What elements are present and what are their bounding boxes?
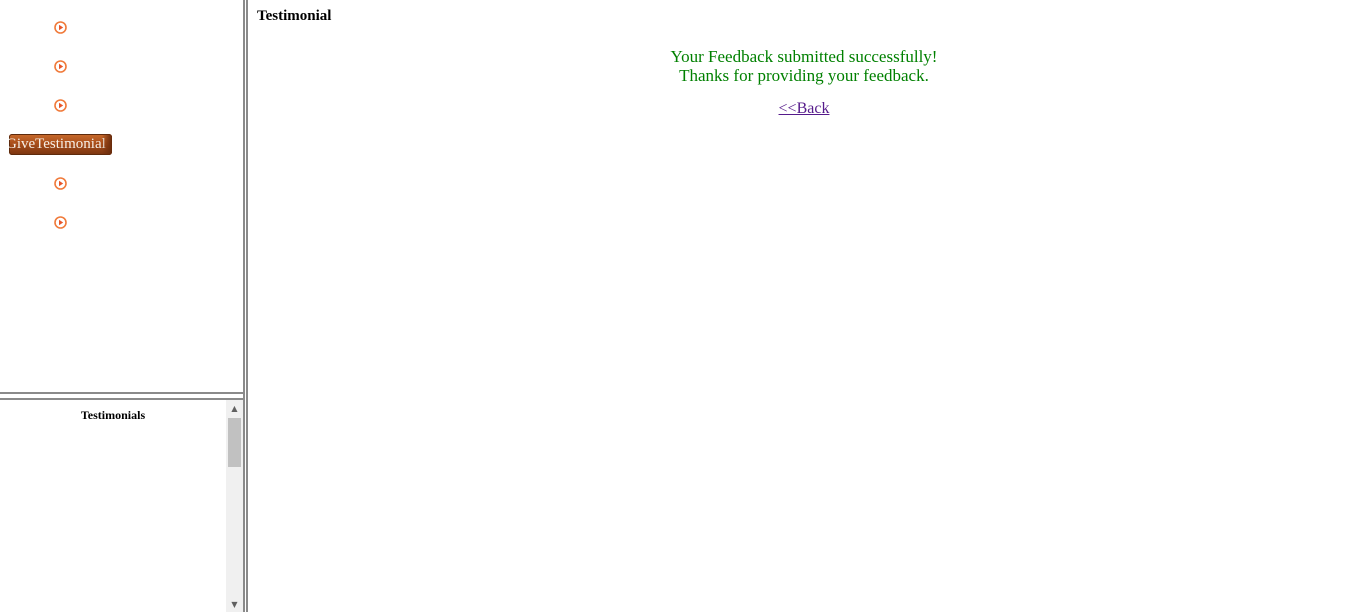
- testimonials-content: Testimonials: [0, 400, 226, 612]
- back-link-container: <<Back: [248, 100, 1360, 118]
- page-title: Testimonial: [257, 8, 332, 24]
- back-link[interactable]: <<Back: [779, 100, 830, 117]
- success-message-line-2: Thanks for providing your feedback.: [679, 66, 929, 85]
- testimonials-frame: Testimonials ▲ ▼: [0, 398, 243, 612]
- scroll-up-arrow-icon[interactable]: ▲: [226, 402, 243, 416]
- success-message: Your Feedback submitted successfully! Th…: [248, 47, 1360, 85]
- nav-item-2[interactable]: [54, 60, 67, 73]
- left-frame-column: GiveTestimonial Testimonials ▲ ▼: [0, 0, 243, 612]
- nav-item-5[interactable]: [54, 177, 67, 190]
- main-content-frame: Testimonial Your Feedback submitted succ…: [248, 0, 1360, 612]
- play-bullet-icon: [54, 60, 67, 73]
- play-bullet-icon: [54, 21, 67, 34]
- navigation-frame: GiveTestimonial: [0, 0, 243, 394]
- nav-item-1[interactable]: [54, 21, 67, 34]
- success-message-line-1: Your Feedback submitted successfully!: [670, 47, 938, 66]
- play-bullet-icon: [54, 216, 67, 229]
- nav-item-6[interactable]: [54, 216, 67, 229]
- testimonials-title: Testimonials: [80, 408, 146, 422]
- scroll-thumb[interactable]: [228, 418, 241, 467]
- testimonials-scrollbar[interactable]: ▲ ▼: [226, 400, 243, 612]
- play-bullet-icon: [54, 99, 67, 112]
- frameset: GiveTestimonial Testimonials ▲ ▼ Testimo…: [0, 0, 1360, 612]
- play-bullet-icon: [54, 177, 67, 190]
- nav-item-3[interactable]: [54, 99, 67, 112]
- nav-item-give-testimonial[interactable]: GiveTestimonial: [9, 134, 112, 155]
- scroll-down-arrow-icon[interactable]: ▼: [226, 598, 243, 612]
